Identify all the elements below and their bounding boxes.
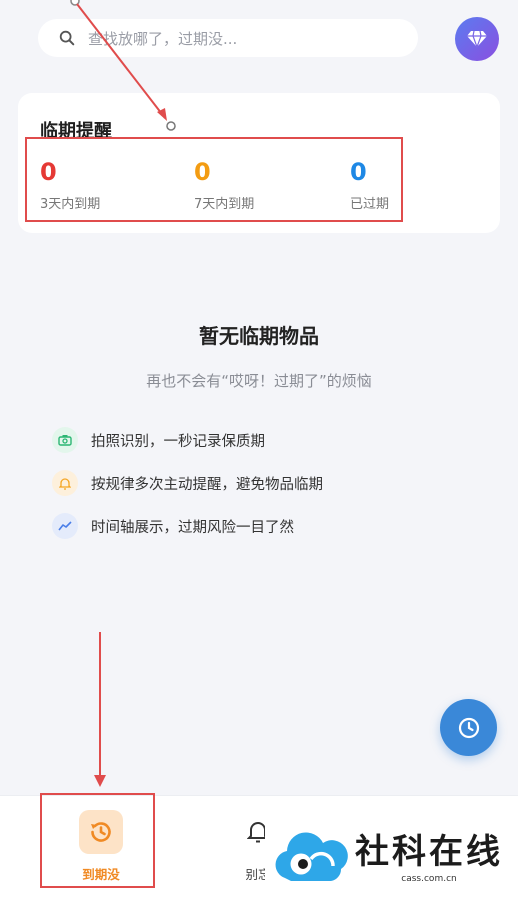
cloud-logo-icon: [275, 832, 348, 881]
annotation-arrows: [70, 0, 176, 787]
watermark-subtext: cass.com.cn: [401, 874, 457, 884]
watermark-text: 社科在线: [355, 832, 503, 872]
watermark-logo: 社科在线 cass.com.cn: [265, 818, 518, 898]
